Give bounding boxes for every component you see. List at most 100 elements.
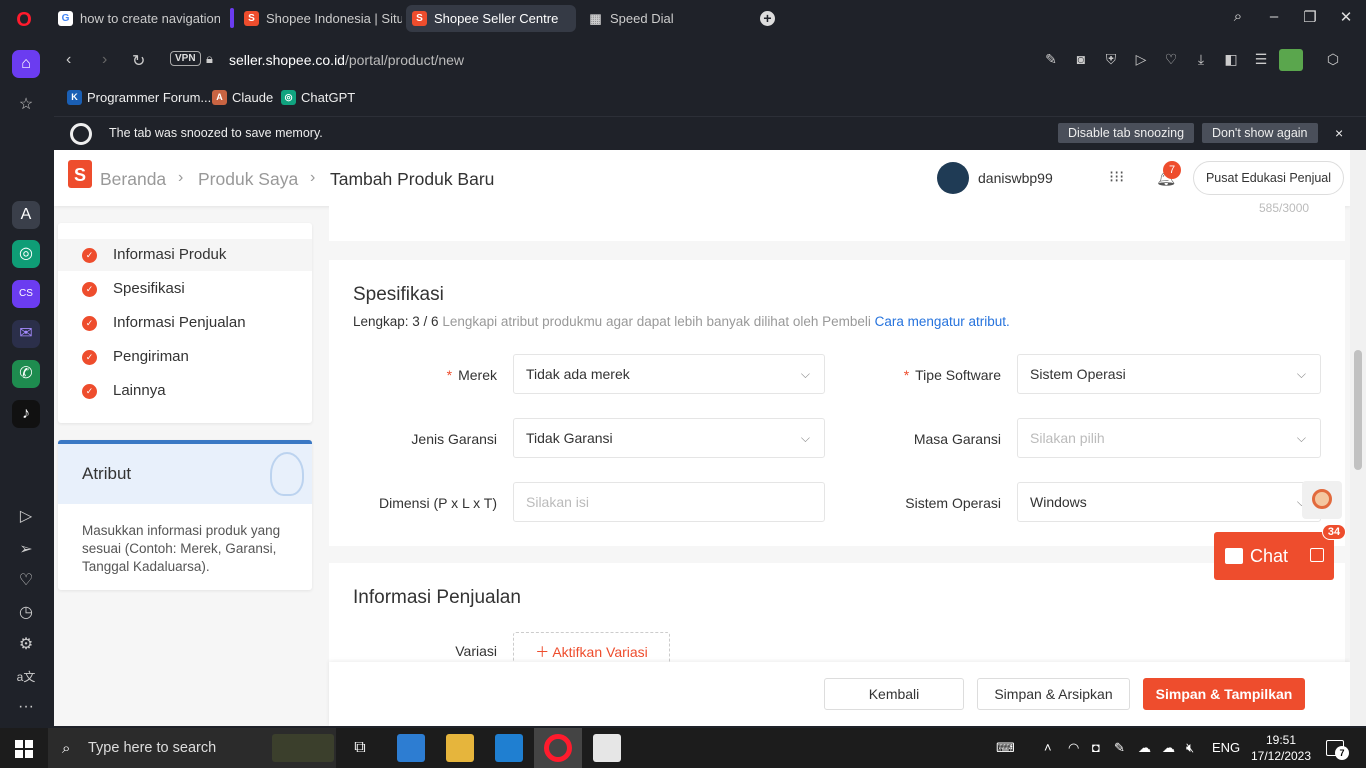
cloud-icon[interactable]: ☁ xyxy=(1138,740,1151,756)
section-title: Spesifikasi xyxy=(353,284,444,305)
tab-shopee-seller-centre[interactable]: S Shopee Seller Centre xyxy=(406,5,576,32)
username[interactable]: daniswbp99 xyxy=(978,170,1053,186)
breadcrumb-home[interactable]: Beranda xyxy=(100,169,166,190)
settings-gear-icon[interactable]: ⚙ xyxy=(12,631,40,659)
onedrive-icon[interactable]: ☁ xyxy=(1162,740,1175,756)
assistant-avatar[interactable] xyxy=(1302,481,1342,519)
new-tab-plus-icon[interactable]: + xyxy=(760,11,775,26)
minimize-icon[interactable]: – xyxy=(1264,8,1284,25)
tiktok-icon[interactable]: ♪ xyxy=(12,400,40,428)
opera-logo-icon[interactable]: O xyxy=(10,9,38,31)
reload-icon[interactable]: ↻ xyxy=(132,51,145,71)
chatgpt-icon[interactable]: ◎ xyxy=(12,240,40,268)
taskbar-opera-active[interactable] xyxy=(534,728,582,768)
lock-icon[interactable]: 🔒︎ xyxy=(206,51,213,67)
nav-item-informasi-produk[interactable]: ✓ Informasi Produk xyxy=(58,239,312,271)
nav-item-informasi-penjualan[interactable]: ✓ Informasi Penjualan xyxy=(58,307,312,339)
close-icon[interactable]: × xyxy=(1335,125,1343,141)
chevron-down-icon: ⌵ xyxy=(800,367,810,381)
save-publish-button[interactable]: Simpan & Tampilkan xyxy=(1143,678,1305,710)
restore-icon[interactable]: ❐ xyxy=(1300,8,1320,26)
attribute-help-link[interactable]: Cara mengatur atribut. xyxy=(875,314,1010,329)
store-icon[interactable] xyxy=(397,734,425,762)
easy-setup-icon[interactable]: ☰ xyxy=(1252,51,1270,68)
camera-icon[interactable]: ◘ xyxy=(1092,740,1100,755)
camera-icon[interactable]: ◙ xyxy=(1072,51,1090,67)
back-button[interactable]: Kembali xyxy=(824,678,964,710)
speaker-muted-icon[interactable]: 🔇︎ xyxy=(1186,740,1194,756)
apps-grid-icon[interactable]: ⁝⁝⁝ xyxy=(1109,169,1127,187)
bookmark-programmer-forum[interactable]: K Programmer Forum... xyxy=(67,90,211,105)
edit-icon[interactable]: ✎ xyxy=(1042,51,1060,68)
profile-avatar-icon[interactable] xyxy=(1279,49,1303,71)
messenger-icon[interactable]: ✉ xyxy=(12,320,40,348)
shopee-logo-icon[interactable]: S xyxy=(68,160,92,188)
label-text: Jenis Garansi xyxy=(411,431,497,447)
programmer-forum-icon: K xyxy=(67,90,82,105)
home-icon[interactable]: ⌂ xyxy=(12,50,40,78)
field-label-jenis-garansi: Jenis Garansi xyxy=(337,431,497,447)
forward-arrow-icon[interactable]: › xyxy=(102,51,107,69)
breadcrumb-my-products[interactable]: Produk Saya xyxy=(198,169,298,190)
file-explorer-icon[interactable] xyxy=(446,734,474,762)
translate-icon[interactable]: a文 xyxy=(12,663,40,691)
player-icon[interactable]: ▷ xyxy=(12,503,40,531)
tab-shopee-indonesia[interactable]: S Shopee Indonesia | Situs B xyxy=(238,5,402,32)
chat-widget[interactable]: Chat xyxy=(1214,532,1334,580)
nav-item-lainnya[interactable]: ✓ Lainnya xyxy=(58,375,312,407)
search-tabs-icon[interactable]: ⌕ xyxy=(1228,8,1248,25)
bookmark-claude[interactable]: A Claude xyxy=(212,90,273,105)
star-icon[interactable]: ☆ xyxy=(12,91,40,119)
wifi-icon[interactable]: ◠ xyxy=(1068,740,1079,756)
extensions-cube-icon[interactable]: ⬡ xyxy=(1324,51,1342,68)
url-path: /portal/product/new xyxy=(344,52,465,68)
heart-icon[interactable]: ♡ xyxy=(12,567,40,595)
label-text: Sistem Operasi xyxy=(905,495,1001,511)
close-window-icon[interactable]: ✕ xyxy=(1336,8,1356,26)
clock[interactable]: 19:51 17/12/2023 xyxy=(1248,732,1314,764)
send-icon[interactable]: ➢ xyxy=(12,536,40,564)
tab-google-search[interactable]: G how to create navigation b xyxy=(52,5,220,32)
windows-start-icon[interactable] xyxy=(15,740,33,758)
url-field[interactable]: seller.shopee.co.id/portal/product/new xyxy=(229,52,464,68)
merek-select[interactable]: Tidak ada merek ⌵ xyxy=(513,354,825,394)
dimensi-input[interactable]: Silakan isi xyxy=(513,482,825,522)
play-icon[interactable]: ▷ xyxy=(1132,51,1150,68)
more-dots-icon[interactable]: ··· xyxy=(12,693,40,721)
nav-item-pengiriman[interactable]: ✓ Pengiriman xyxy=(58,341,312,373)
check-icon: ✓ xyxy=(82,282,97,297)
masa-garansi-select[interactable]: Silakan pilih ⌵ xyxy=(1017,418,1321,458)
nav-item-spesifikasi[interactable]: ✓ Spesifikasi xyxy=(58,273,312,305)
task-view-icon[interactable]: ⧉ xyxy=(346,734,374,762)
vpn-badge[interactable]: VPN xyxy=(170,51,201,66)
download-icon[interactable]: ⤓ xyxy=(1192,51,1210,68)
chevron-down-icon: ⌵ xyxy=(800,431,810,445)
expand-icon[interactable] xyxy=(1310,548,1324,562)
pen-icon[interactable]: ✎ xyxy=(1114,740,1125,756)
notepad-icon[interactable] xyxy=(593,734,621,762)
battery-saver-icon[interactable]: ◧ xyxy=(1222,51,1240,68)
history-icon[interactable]: ◷ xyxy=(12,599,40,627)
page-scrollbar[interactable] xyxy=(1350,150,1366,726)
avatar[interactable] xyxy=(937,162,969,194)
chevron-up-icon[interactable]: ˄ xyxy=(1044,740,1052,755)
disable-snoozing-button[interactable]: Disable tab snoozing xyxy=(1058,123,1195,143)
scrollbar-thumb[interactable] xyxy=(1354,350,1362,470)
heart-icon[interactable]: ♡ xyxy=(1162,51,1180,68)
language-indicator[interactable]: ENG xyxy=(1212,740,1240,755)
tab-speed-dial[interactable]: ▦ Speed Dial xyxy=(582,5,702,32)
bookmark-chatgpt[interactable]: ◎ ChatGPT xyxy=(281,90,355,105)
aria-icon[interactable]: A xyxy=(12,201,40,229)
whatsapp-icon[interactable]: ✆ xyxy=(12,360,40,388)
seller-education-button[interactable]: Pusat Edukasi Penjual xyxy=(1193,161,1344,195)
shield-icon[interactable]: ⛨ xyxy=(1102,51,1120,68)
save-archive-button[interactable]: Simpan & Arsipkan xyxy=(977,678,1130,710)
chatsonic-icon[interactable]: CS xyxy=(12,280,40,308)
vscode-icon[interactable] xyxy=(495,734,523,762)
keyboard-icon[interactable]: ⌨ xyxy=(996,740,1015,756)
tipe-software-select[interactable]: Sistem Operasi ⌵ xyxy=(1017,354,1321,394)
dont-show-again-button[interactable]: Don't show again xyxy=(1202,123,1318,143)
sistem-operasi-select[interactable]: Windows ⌵ xyxy=(1017,482,1321,522)
jenis-garansi-select[interactable]: Tidak Garansi ⌵ xyxy=(513,418,825,458)
back-arrow-icon[interactable]: ‹ xyxy=(66,51,71,69)
